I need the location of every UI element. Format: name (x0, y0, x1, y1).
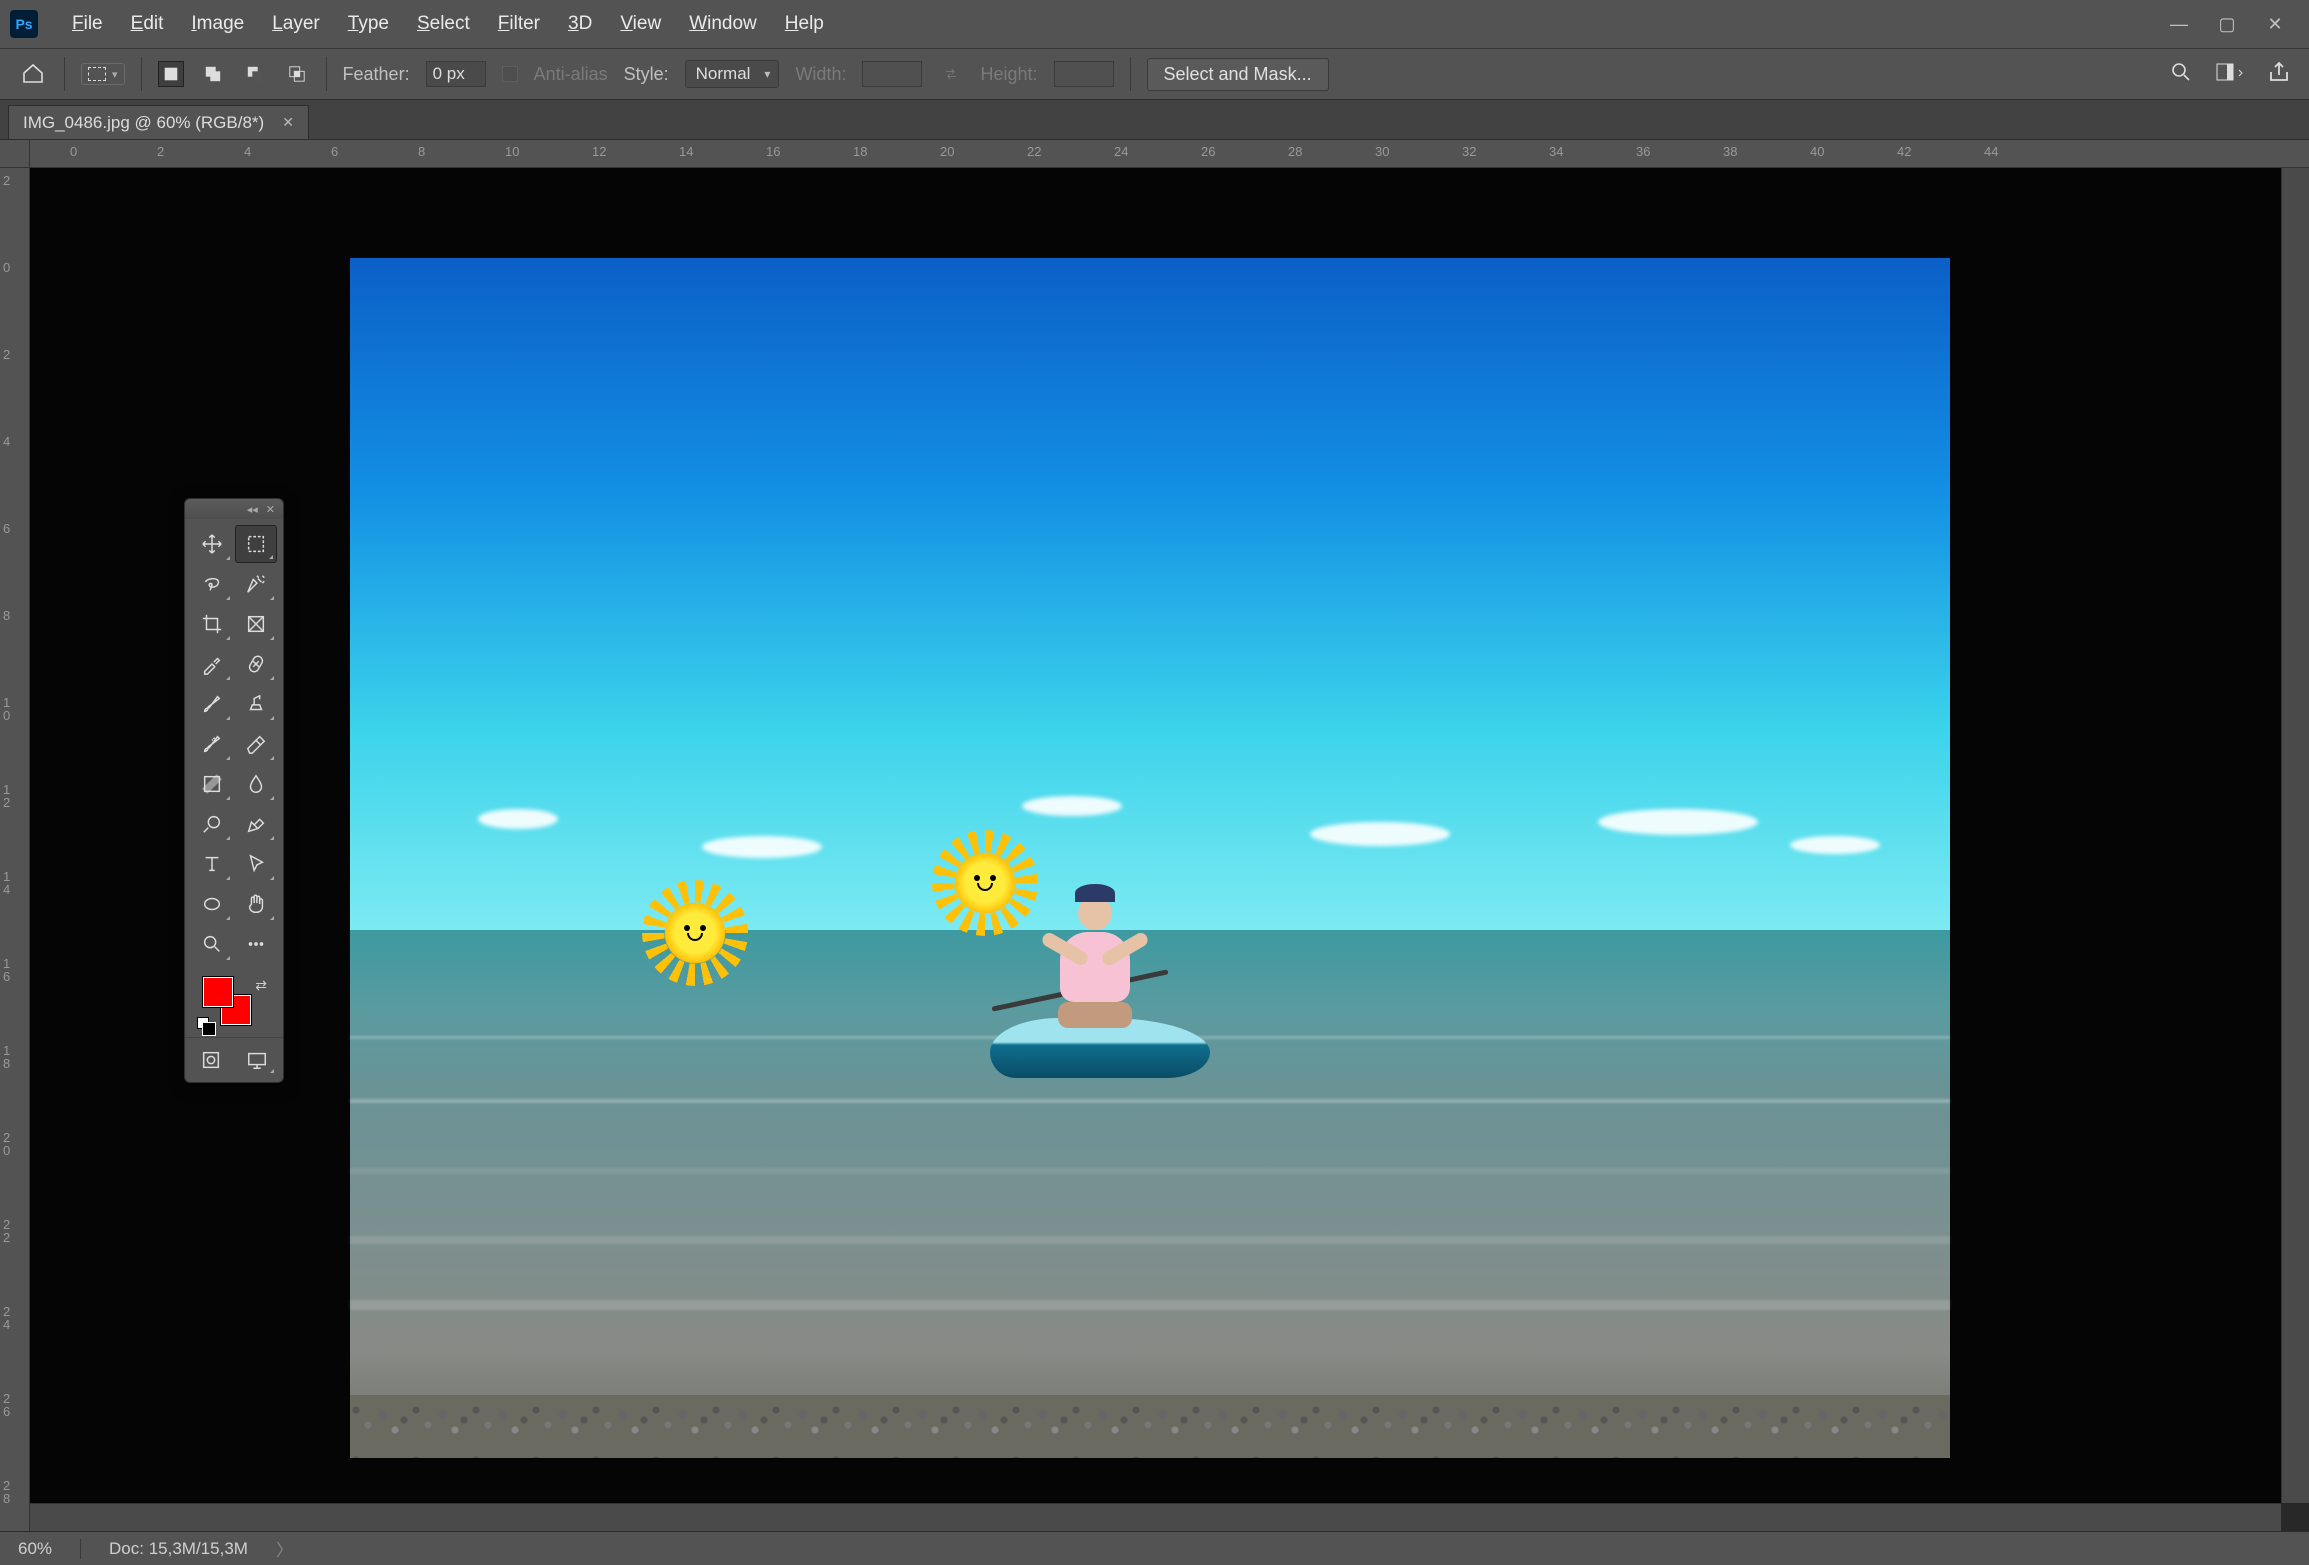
window-maximize-button[interactable]: ▢ (2217, 14, 2237, 35)
menu-filter[interactable]: Filter (484, 13, 554, 35)
blur-tool[interactable] (235, 765, 277, 803)
workspace-switcher-icon[interactable] (2215, 60, 2245, 89)
spot-healing-tool[interactable] (235, 645, 277, 683)
menu-layer[interactable]: Layer (258, 13, 334, 35)
selection-add-icon[interactable] (200, 61, 226, 87)
menu-bar: Ps File Edit Image Layer Type Select Fil… (0, 0, 2309, 48)
image-pebbles (350, 1395, 1950, 1458)
swap-colors-icon[interactable]: ⇄ (255, 977, 267, 994)
menu-select[interactable]: Select (403, 13, 484, 35)
app-logo: Ps (10, 10, 38, 38)
window-minimize-button[interactable]: — (2169, 14, 2189, 35)
path-selection-tool[interactable] (235, 845, 277, 883)
window-close-button[interactable]: ✕ (2265, 14, 2285, 35)
search-icon[interactable] (2169, 60, 2193, 89)
pen-tool[interactable] (235, 805, 277, 843)
menu-3d[interactable]: 3D (554, 13, 606, 35)
eyedropper-tool[interactable] (191, 645, 233, 683)
vertical-scrollbar[interactable] (2281, 168, 2309, 1503)
selection-subtract-icon[interactable] (242, 61, 268, 87)
rectangular-marquee-tool[interactable] (235, 525, 277, 563)
image-person-paddler (1050, 878, 1140, 1028)
horizontal-ruler[interactable]: 0246810121416182022242628303234363840424… (30, 140, 2309, 168)
vertical-ruler[interactable]: 20246810121416182022242628 (0, 168, 30, 1531)
divider (64, 57, 65, 91)
height-input (1054, 61, 1114, 87)
close-panel-icon[interactable]: ✕ (266, 503, 275, 516)
collapse-icon[interactable]: ◂◂ (247, 503, 258, 516)
home-button[interactable] (18, 59, 48, 89)
menu-help[interactable]: Help (771, 13, 838, 35)
image-sea-region (350, 930, 1950, 1458)
selection-new-icon[interactable] (158, 61, 184, 87)
quick-mask-button[interactable] (191, 1044, 231, 1076)
divider (326, 57, 327, 91)
marquee-preset-icon (88, 67, 106, 81)
menu-edit[interactable]: Edit (117, 13, 178, 35)
selection-intersect-icon[interactable] (284, 61, 310, 87)
tool-preset-picker[interactable]: ▾ (81, 63, 125, 85)
document-tab-title: IMG_0486.jpg @ 60% (RGB/8*) (23, 113, 264, 133)
hand-tool[interactable] (235, 885, 277, 923)
tools-panel-header[interactable]: ◂◂ ✕ (185, 499, 283, 519)
eraser-tool[interactable] (235, 725, 277, 763)
document-info[interactable]: Doc: 15,3M/15,3M (109, 1539, 248, 1559)
shape-tool[interactable] (191, 885, 233, 923)
style-dropdown[interactable]: Normal (685, 60, 780, 88)
zoom-level[interactable]: 60% (18, 1539, 52, 1559)
image-sun-sticker (660, 898, 730, 968)
workspace: 0246810121416182022242628303234363840424… (0, 140, 2309, 1531)
options-bar: ▾ Feather: Anti-alias Style: Normal Widt… (0, 48, 2309, 100)
gradient-tool[interactable] (191, 765, 233, 803)
menu-type[interactable]: Type (334, 13, 403, 35)
antialias-checkbox (502, 66, 518, 82)
menu-image[interactable]: Image (177, 13, 258, 35)
screen-mode-button[interactable] (237, 1044, 277, 1076)
frame-tool[interactable] (235, 605, 277, 643)
color-swatches: ⇄ (191, 973, 277, 1033)
quick-selection-tool[interactable] (235, 565, 277, 603)
feather-input[interactable] (426, 61, 486, 87)
foreground-color-swatch[interactable] (203, 977, 233, 1007)
move-tool[interactable] (191, 525, 233, 563)
status-info-chevron-icon[interactable]: 〉 (276, 1536, 293, 1561)
close-tab-icon[interactable]: ✕ (282, 114, 294, 131)
default-colors-icon[interactable] (197, 1017, 209, 1029)
dodge-tool[interactable] (191, 805, 233, 843)
ruler-origin[interactable] (0, 140, 30, 168)
select-and-mask-button[interactable]: Select and Mask... (1147, 58, 1329, 91)
document-tab-bar: IMG_0486.jpg @ 60% (RGB/8*) ✕ (0, 100, 2309, 140)
horizontal-scrollbar[interactable] (30, 1503, 2281, 1531)
menu-window[interactable]: Window (675, 13, 771, 35)
edit-toolbar-button[interactable] (235, 925, 277, 963)
type-tool[interactable] (191, 845, 233, 883)
lasso-tool[interactable] (191, 565, 233, 603)
share-icon[interactable] (2267, 60, 2291, 89)
canvas-viewport[interactable] (30, 168, 2281, 1503)
document-tab[interactable]: IMG_0486.jpg @ 60% (RGB/8*) ✕ (8, 105, 309, 139)
width-input (862, 61, 922, 87)
crop-tool[interactable] (191, 605, 233, 643)
style-label: Style: (624, 64, 669, 85)
divider (1130, 57, 1131, 91)
antialias-label: Anti-alias (534, 64, 608, 85)
zoom-tool[interactable] (191, 925, 233, 963)
brush-tool[interactable] (191, 685, 233, 723)
divider (141, 57, 142, 91)
menu-file[interactable]: File (58, 13, 117, 35)
status-bar: 60% Doc: 15,3M/15,3M 〉 (0, 1531, 2309, 1565)
tools-panel[interactable]: ◂◂ ✕ ⇄ (184, 498, 284, 1083)
document-canvas[interactable] (350, 258, 1950, 1458)
image-sky-region (350, 258, 1950, 930)
clone-stamp-tool[interactable] (235, 685, 277, 723)
image-sun-sticker (950, 848, 1020, 918)
feather-label: Feather: (343, 64, 410, 85)
history-brush-tool[interactable] (191, 725, 233, 763)
width-label: Width: (795, 64, 846, 85)
height-label: Height: (980, 64, 1037, 85)
swap-dimensions-icon (938, 61, 964, 87)
menu-view[interactable]: View (606, 13, 675, 35)
